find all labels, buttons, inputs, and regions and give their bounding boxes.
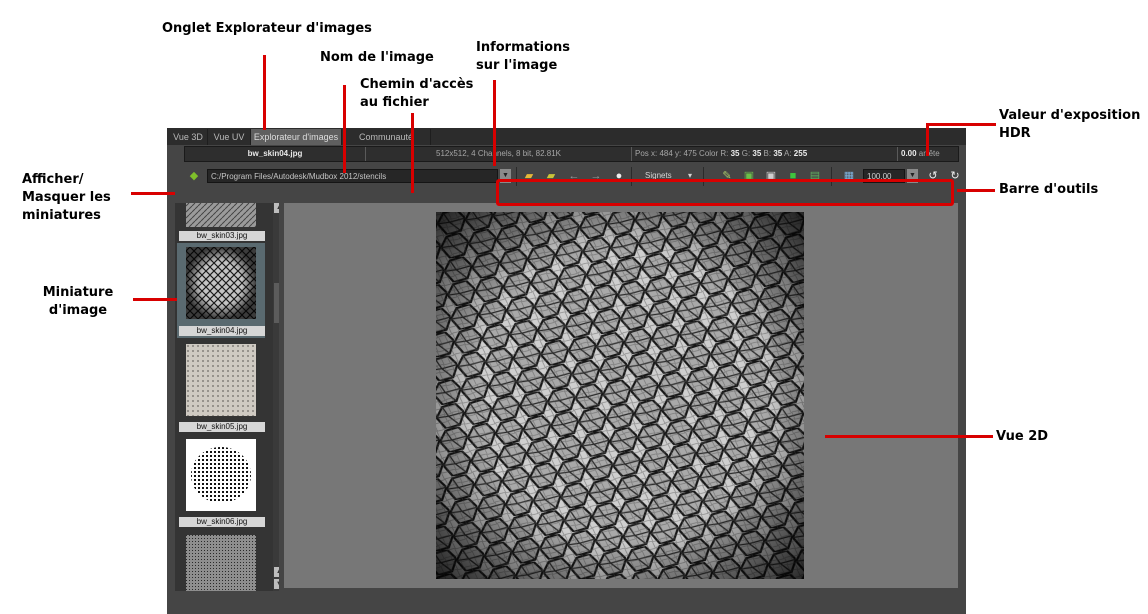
thumbnail-image: [186, 535, 256, 591]
thumbnail-scrollbar[interactable]: ▲ ▲ ▼: [273, 203, 279, 591]
callout-line: [263, 55, 266, 130]
callout-toggle-line3: miniatures: [22, 208, 101, 223]
tab-bar: Vue 3D Vue UV Explorateur d'images Commu…: [167, 128, 966, 158]
thumbnail-label: bw_skin03.jpg: [179, 231, 265, 241]
2d-view-image: [436, 212, 804, 579]
callout-hdr-line2: HDR: [999, 126, 1031, 141]
pixel-position: Pos x: 484 y: 475 Color R:: [635, 149, 731, 158]
thumbnail-panel: bw_skin03.jpg bw_skin04.jpg bw_skin05.jp…: [175, 203, 279, 591]
callout-image-browser-tab: Onglet Explorateur d'images: [162, 21, 372, 36]
exposure-value: 0.00: [901, 149, 917, 158]
scroll-up-icon[interactable]: ▲: [274, 203, 279, 213]
callout-hdr-line1: Valeur d'exposition: [999, 108, 1141, 123]
callout-line: [957, 189, 995, 192]
scroll-down-icon[interactable]: ▼: [274, 579, 279, 589]
thumbnail-image: [186, 247, 256, 319]
callout-line: [493, 80, 496, 166]
callout-line: [133, 298, 177, 301]
callout-toggle-line1: Afficher/: [22, 172, 84, 187]
callout-2d-view: Vue 2D: [996, 429, 1049, 444]
callout-line: [411, 113, 414, 193]
scrollbar-thumb[interactable]: [274, 283, 279, 323]
callout-image-info-line1: Informations: [476, 40, 571, 55]
toggle-thumbnails-icon[interactable]: ◆: [186, 169, 202, 184]
callout-image-name: Nom de l'image: [320, 50, 434, 65]
tab-3d-view[interactable]: Vue 3D: [169, 129, 208, 145]
image-info-bar: bw_skin04.jpg 512x512, 4 Channels, 8 bit…: [184, 146, 959, 162]
callout-thumbnail-line1: Miniature: [42, 285, 114, 300]
color-r-value: 35: [730, 149, 740, 158]
callout-line: [926, 123, 929, 156]
callout-file-path-line1: Chemin d'accès: [360, 77, 474, 92]
2d-view[interactable]: [284, 203, 958, 588]
thumbnail-label: bw_skin05.jpg: [179, 422, 265, 432]
thumbnail-label: bw_skin06.jpg: [179, 517, 265, 527]
callout-thumbnail: Miniature d'image: [32, 284, 124, 320]
image-info: 512x512, 4 Channels, 8 bit, 82.81K: [436, 149, 561, 158]
scroll-down-icon[interactable]: ▲: [274, 567, 279, 577]
thumbnail-image: [186, 203, 256, 227]
callout-thumbnail-line2: d'image: [48, 303, 108, 318]
callout-line: [131, 192, 175, 195]
callout-toggle-line2: Masquer les: [22, 190, 111, 205]
tab-image-browser[interactable]: Explorateur d'images: [251, 129, 342, 145]
color-g-value: 35: [752, 149, 762, 158]
callout-image-info-line2: sur l'image: [476, 58, 558, 73]
thumbnail-item[interactable]: [177, 533, 265, 591]
info-separator: [631, 147, 632, 161]
callout-hdr-exposure: Valeur d'exposition HDR: [999, 107, 1140, 143]
callout-line: [926, 123, 996, 126]
image-name: bw_skin04.jpg: [247, 149, 303, 158]
color-b-label: B:: [761, 149, 774, 158]
thumbnail-label: bw_skin04.jpg: [179, 326, 265, 336]
color-a-label: A:: [782, 149, 794, 158]
callout-toggle-thumbnails: Afficher/ Masquer les miniatures: [22, 171, 111, 225]
color-a-value: 255: [793, 149, 808, 158]
callout-toolbar: Barre d'outils: [999, 182, 1099, 197]
file-path-field[interactable]: C:/Program Files/Autodesk/Mudbox 2012/st…: [207, 169, 498, 183]
color-b-value: 35: [773, 149, 783, 158]
tab-mudbox-community[interactable]: Communauté Mudbox: [342, 129, 431, 158]
thumbnail-item[interactable]: bw_skin05.jpg: [177, 342, 265, 434]
pixel-info: Pos x: 484 y: 475 Color R: 35 G: 35 B: 3…: [635, 147, 807, 161]
toolbar-highlight-box: [496, 179, 954, 206]
hdr-exposure[interactable]: 0.00 arrête: [901, 147, 940, 161]
callout-image-info: Informations sur l'image: [476, 39, 570, 75]
callout-line: [825, 435, 993, 438]
info-separator: [897, 147, 898, 161]
thumbnail-item[interactable]: bw_skin03.jpg: [177, 203, 265, 241]
thumbnail-item-selected[interactable]: bw_skin04.jpg: [177, 243, 265, 338]
thumbnail-image: [186, 439, 256, 511]
thumbnail-item[interactable]: bw_skin06.jpg: [177, 437, 265, 529]
callout-file-path: Chemin d'accès au fichier: [360, 76, 473, 112]
callout-file-path-line2: au fichier: [360, 95, 429, 110]
color-g-label: G:: [739, 149, 753, 158]
tab-uv-view[interactable]: Vue UV: [208, 129, 251, 145]
callout-line: [343, 85, 346, 173]
thumbnail-image: [186, 344, 256, 416]
